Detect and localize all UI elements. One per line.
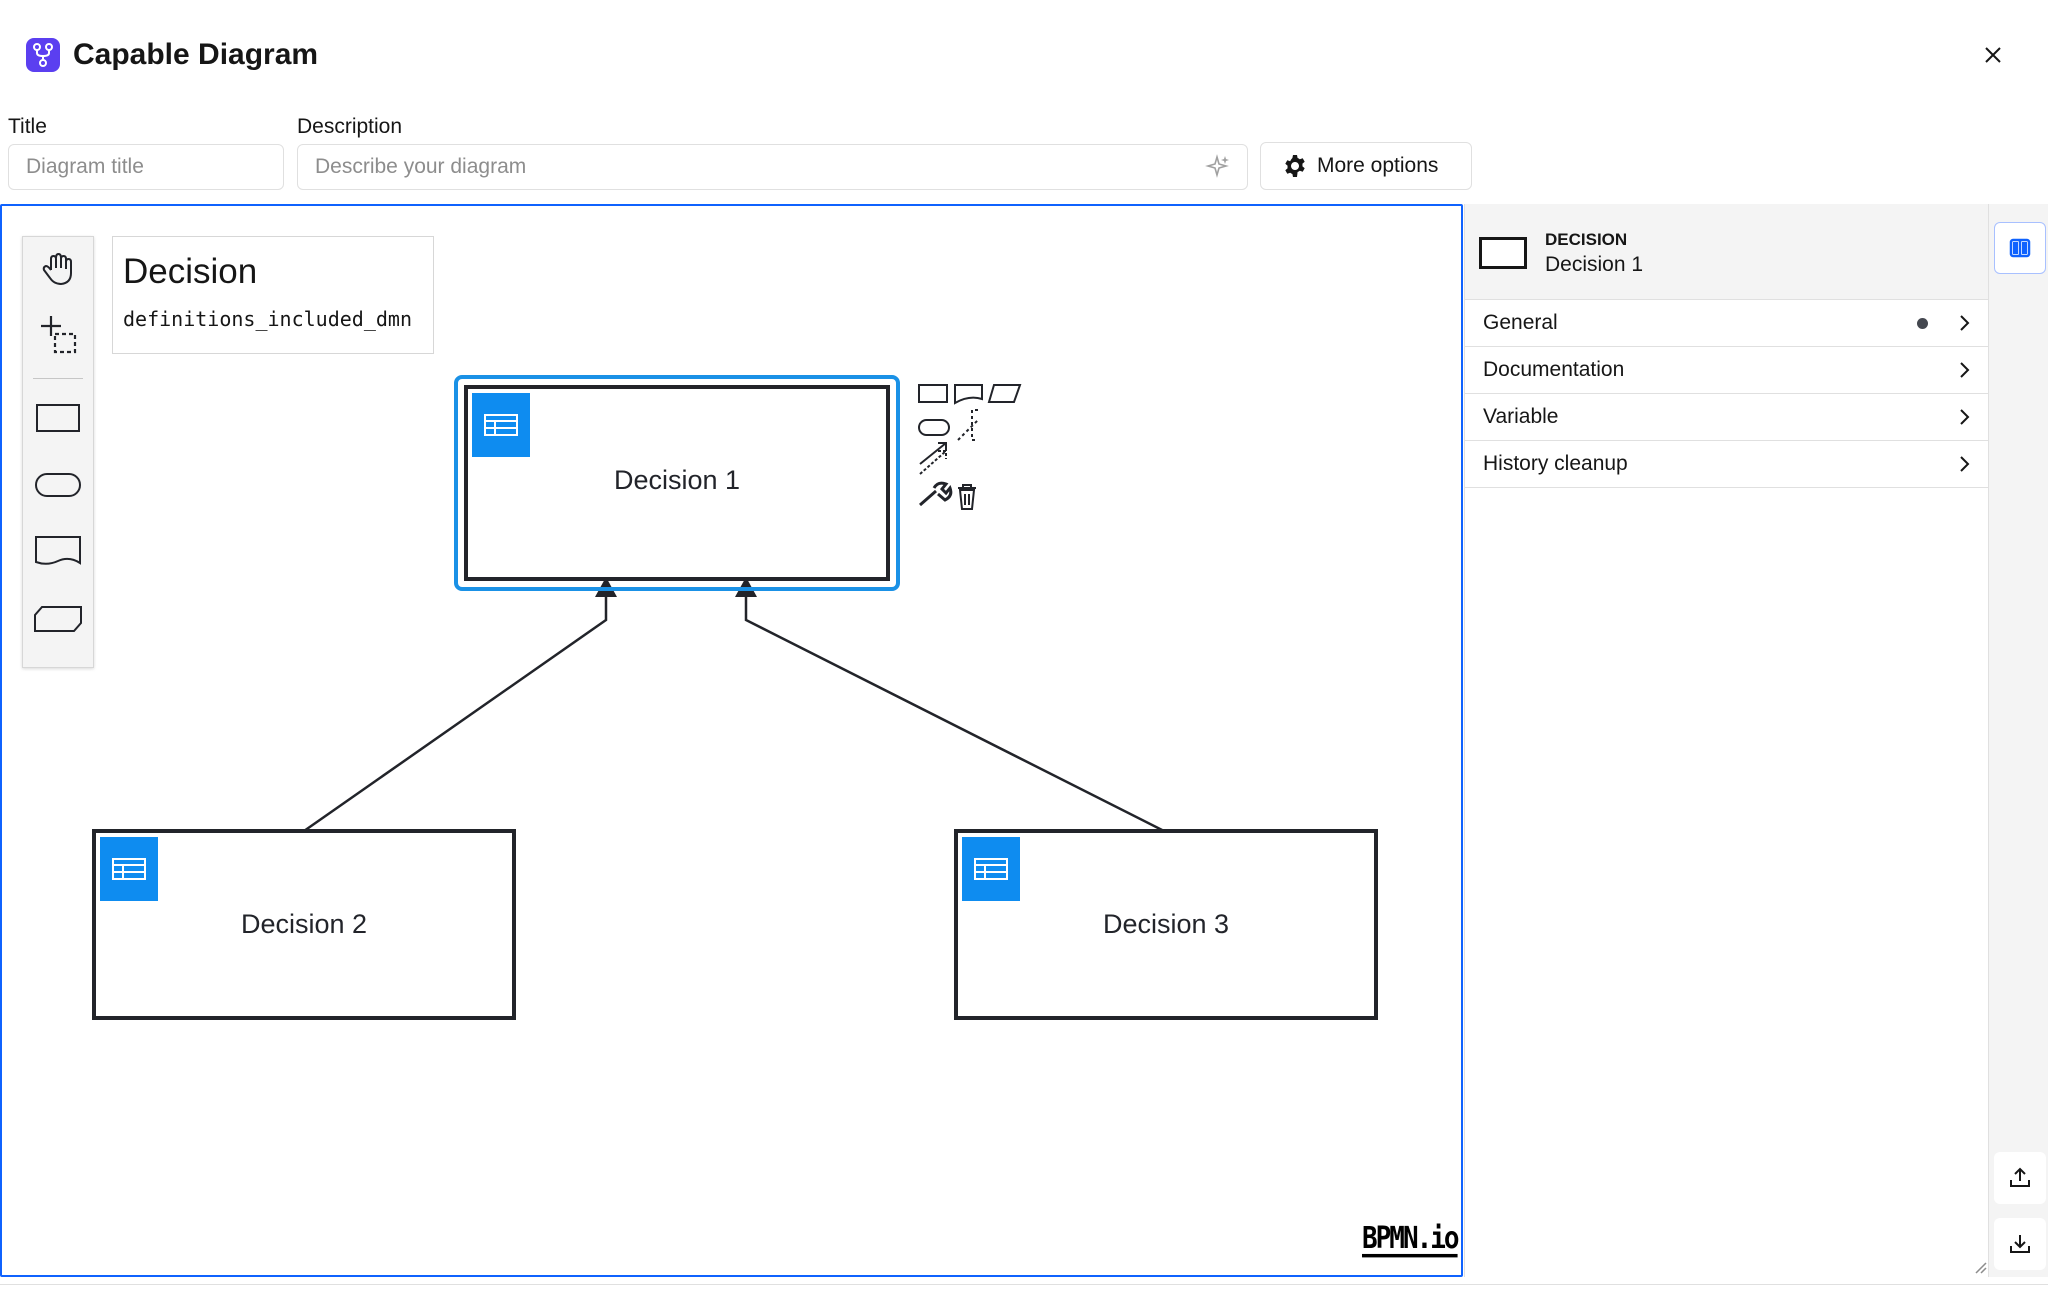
group-variable[interactable]: Variable <box>1465 394 1988 441</box>
title-label: Title <box>8 115 47 138</box>
description-label: Description <box>297 115 403 138</box>
append-text-annotation-icon[interactable] <box>957 409 979 441</box>
decision-shape[interactable]: Decision 3 <box>954 829 1378 1020</box>
download-icon <box>2010 1235 2030 1253</box>
header: Capable Diagram Title Description <box>0 0 2048 138</box>
title-field <box>8 144 321 190</box>
append-decision-icon[interactable] <box>918 384 948 403</box>
group-general[interactable]: General <box>1465 300 1988 347</box>
decision-label: Decision 1 <box>614 465 740 495</box>
group-label: History cleanup <box>1483 452 1628 475</box>
chevron-right-icon <box>1960 456 1970 472</box>
decision-shape[interactable]: Decision 2 <box>92 829 516 1020</box>
chevron-right-icon <box>1960 362 1970 378</box>
element-type: DECISION <box>1545 230 1628 249</box>
append-knowledge-source-icon[interactable] <box>954 384 983 405</box>
decision-shape-icon[interactable] <box>23 386 93 450</box>
description-input[interactable] <box>298 145 1203 189</box>
decision-shape[interactable]: Decision 1 <box>454 375 900 591</box>
business-knowledge-model-shape-icon[interactable] <box>23 587 93 651</box>
change-type-wrench-icon[interactable] <box>919 481 953 507</box>
group-label: Documentation <box>1483 358 1625 381</box>
information-requirement-edge[interactable] <box>303 581 608 833</box>
upload-icon <box>2010 1167 2030 1187</box>
chevron-right-icon <box>1960 315 1970 331</box>
definitions-properties[interactable]: Decision definitions_included_dmn <box>112 236 434 354</box>
bpmn-io-watermark[interactable]: BPMN.io <box>1362 1222 1460 1257</box>
diagram-svg: Decision 1 Decision 2 Decision 3 <box>92 375 1378 1020</box>
decision-label: Decision 2 <box>241 909 367 939</box>
description-field <box>297 144 1248 190</box>
import-button[interactable] <box>1994 1218 2046 1270</box>
close-button[interactable] <box>1976 38 2010 72</box>
side-rail <box>1988 204 2048 1277</box>
group-documentation[interactable]: Documentation <box>1465 347 1988 394</box>
more-options-label: More options <box>1317 154 1439 177</box>
close-icon <box>1985 47 2001 63</box>
properties-panel-header: DECISION Decision 1 <box>1465 204 1988 300</box>
definitions-name[interactable]: Decision <box>123 251 423 293</box>
hand-tool-icon[interactable] <box>23 237 93 301</box>
more-options-button[interactable]: More options <box>1260 142 1472 190</box>
lasso-tool-icon[interactable] <box>23 301 93 365</box>
properties-panel: DECISION Decision 1 General Documentatio… <box>1464 204 1988 1277</box>
data-marker-dot <box>1917 318 1928 329</box>
decision-table-icon <box>100 837 158 901</box>
group-label: Variable <box>1483 405 1559 428</box>
knowledge-source-shape-icon[interactable] <box>23 520 93 584</box>
input-data-shape-icon[interactable] <box>23 453 93 517</box>
export-button[interactable] <box>1994 1152 2046 1204</box>
information-requirement-edge[interactable] <box>744 581 1165 833</box>
element-name: Decision 1 <box>1545 253 1644 276</box>
decision-label: Decision 3 <box>1103 909 1229 939</box>
append-bkm-icon[interactable] <box>987 384 1022 403</box>
panel-layout-icon <box>2009 238 2031 258</box>
group-label: General <box>1483 311 1558 334</box>
decision-element-icon <box>1479 237 1527 269</box>
chevron-right-icon <box>1960 409 1970 425</box>
palette-separator <box>33 378 83 379</box>
definitions-id[interactable]: definitions_included_dmn <box>123 307 423 331</box>
branch-icon <box>26 38 60 72</box>
ai-sparkle-icon[interactable] <box>1203 152 1233 182</box>
delete-trash-icon[interactable] <box>958 484 976 510</box>
tool-palette <box>22 236 94 668</box>
app-title: Capable Diagram <box>73 38 319 71</box>
gear-icon <box>1285 155 1305 177</box>
append-input-data-icon[interactable] <box>918 419 950 436</box>
toggle-properties-panel-button[interactable] <box>1994 222 2046 274</box>
context-pad <box>918 384 1022 510</box>
group-history-cleanup[interactable]: History cleanup <box>1465 441 1988 488</box>
bottom-divider <box>0 1284 2048 1285</box>
decision-table-icon <box>472 393 530 457</box>
decision-table-icon <box>962 837 1020 901</box>
title-input[interactable] <box>9 145 297 189</box>
diagram-canvas[interactable]: Decision 1 Decision 2 Decision 3 Decisio… <box>0 204 1463 1277</box>
resize-handle-icon[interactable] <box>1975 1262 1987 1274</box>
